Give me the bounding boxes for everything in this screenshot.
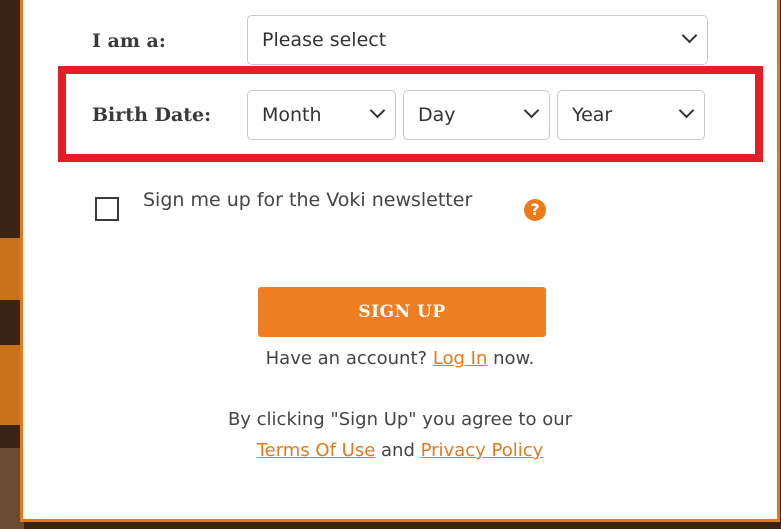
- signup-modal: I am a: Please select Birth Date: Month …: [20, 0, 780, 522]
- sign-up-button[interactable]: SIGN UP: [258, 287, 546, 337]
- privacy-policy-link[interactable]: Privacy Policy: [421, 440, 544, 461]
- birth-date-highlight: [58, 66, 763, 162]
- legal-and-text: and: [375, 440, 421, 461]
- iam-select-value: Please select: [262, 29, 387, 51]
- iam-select[interactable]: Please select: [247, 15, 708, 65]
- iam-label: I am a:: [92, 30, 166, 52]
- chevron-down-icon: [681, 27, 698, 44]
- legal-line-1: By clicking "Sign Up" you agree to our: [227, 409, 573, 430]
- have-account-line: Have an account? Log In now.: [23, 348, 777, 369]
- have-account-text: Have an account?: [265, 348, 433, 369]
- login-link[interactable]: Log In: [433, 348, 488, 369]
- have-account-suffix: now.: [487, 348, 535, 369]
- help-icon[interactable]: ?: [524, 199, 546, 221]
- newsletter-checkbox[interactable]: [95, 197, 119, 221]
- terms-of-use-link[interactable]: Terms Of Use: [257, 440, 376, 461]
- screen: I am a: Please select Birth Date: Month …: [0, 0, 781, 529]
- legal-line-2: Terms Of Use and Privacy Policy: [23, 440, 777, 461]
- newsletter-label: Sign me up for the Voki newsletter: [143, 189, 473, 211]
